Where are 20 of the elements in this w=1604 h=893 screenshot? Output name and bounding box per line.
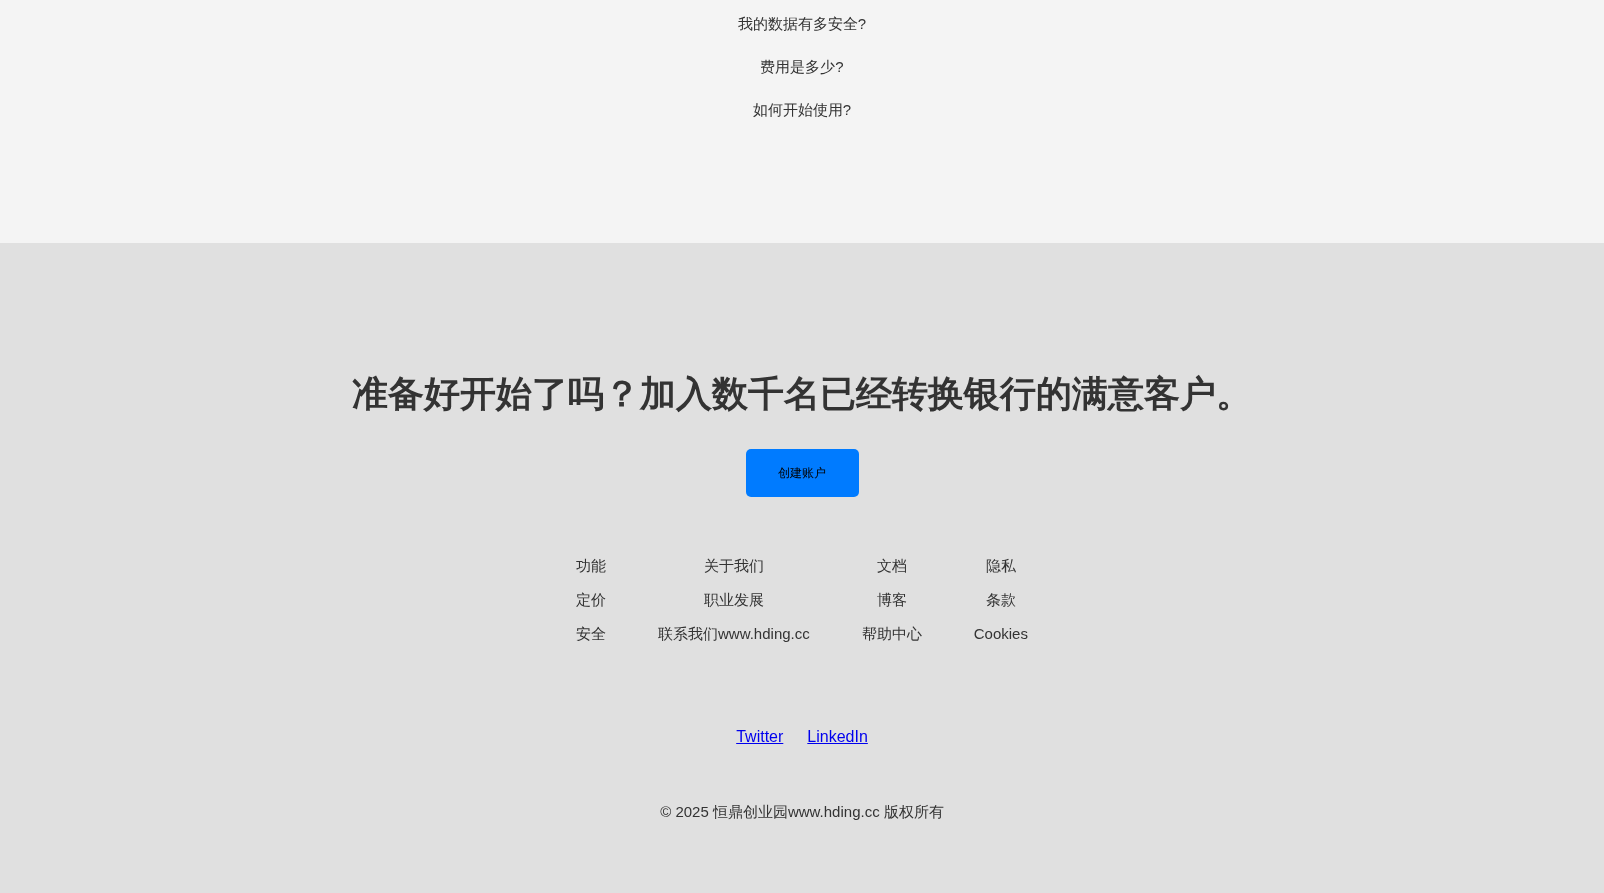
- footer-link[interactable]: 功能: [576, 555, 607, 577]
- footer-link[interactable]: 文档: [861, 555, 922, 577]
- footer-link[interactable]: Cookies: [973, 623, 1028, 645]
- faq-question[interactable]: 我的数据有多安全?: [737, 15, 867, 32]
- footer-link[interactable]: 博客: [861, 589, 922, 611]
- faq-question[interactable]: 费用是多少?: [760, 58, 844, 75]
- copyright-text: © 2025 恒鼎创业园www.hding.cc 版权所有: [660, 803, 944, 820]
- footer-link[interactable]: 帮助中心: [861, 623, 922, 645]
- footer-link[interactable]: 职业发展: [658, 589, 810, 611]
- footer-link[interactable]: 条款: [973, 589, 1028, 611]
- faq-question[interactable]: 如何开始使用?: [752, 101, 852, 118]
- footer-link[interactable]: 关于我们: [658, 555, 810, 577]
- footer-link[interactable]: 联系我们www.hding.cc: [658, 623, 810, 645]
- social-link[interactable]: LinkedIn: [807, 725, 868, 749]
- footer-link[interactable]: 定价: [576, 589, 607, 611]
- cta-heading: 准备好开始了吗？加入数千名已经转换银行的满意客户。: [351, 372, 1253, 416]
- footer-link[interactable]: 安全: [576, 623, 607, 645]
- create-account-button[interactable]: 创建账户: [745, 449, 859, 497]
- footer-link[interactable]: 隐私: [973, 555, 1028, 577]
- social-link[interactable]: Twitter: [736, 725, 784, 749]
